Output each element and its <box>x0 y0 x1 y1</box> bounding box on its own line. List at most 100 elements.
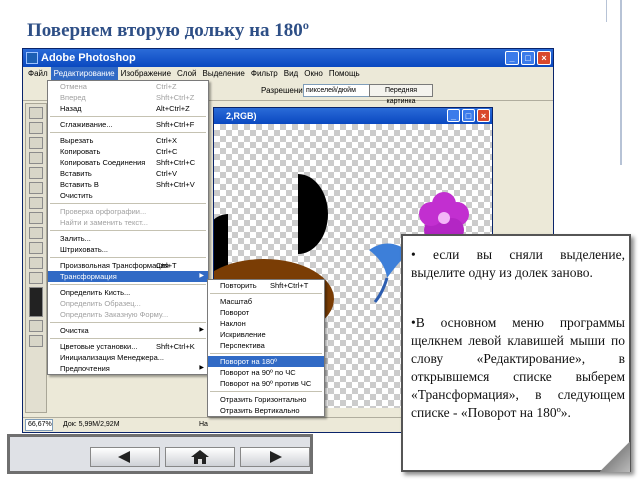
edit_menu-item[interactable]: Штриховать... <box>48 244 208 255</box>
crop-tool-icon[interactable] <box>29 107 43 119</box>
edit_menu-item[interactable]: Вставить В Shft+Ctrl+V <box>48 179 208 190</box>
menu-separator <box>210 293 322 294</box>
menu-item-shortcut: Shft+Ctrl+Z <box>156 93 195 102</box>
transform_menu-item[interactable]: Наклон <box>208 318 324 329</box>
front-image-button[interactable]: Передняя картинка <box>369 84 433 105</box>
hand-tool-icon[interactable] <box>29 272 43 284</box>
transform_menu-item[interactable]: Искривление <box>208 329 324 340</box>
menu-item-label: Вырезать <box>60 136 94 145</box>
transform_menu-item[interactable]: Перспектива <box>208 340 324 351</box>
eraser-tool-icon[interactable] <box>29 182 43 194</box>
doc-close-button[interactable]: × <box>477 109 490 122</box>
pen-tool-icon[interactable] <box>29 227 43 239</box>
menu-item-shortcut: Alt+Ctrl+Z <box>156 104 190 113</box>
menu-item-label: Трансформация <box>60 272 117 281</box>
shape-tool-icon[interactable] <box>29 257 43 269</box>
menu-item-shortcut: Ctrl+T <box>156 261 177 270</box>
screen-mode-icon[interactable] <box>29 335 43 347</box>
menu-separator <box>210 353 322 354</box>
menu-item-label: Поворот на 90º по ЧС <box>220 368 296 377</box>
edit_menu-item[interactable]: Копировать Ctrl+C <box>48 146 208 157</box>
color-swatch-icon[interactable] <box>29 287 43 317</box>
transform_menu-item[interactable]: Поворот на 180º <box>208 356 324 367</box>
menu-item-label: Найти и заменить текст... <box>60 218 148 227</box>
edit_menu-item[interactable]: Инициализация Менеджера... <box>48 352 208 363</box>
menu-item-label: Определить Кисть... <box>60 288 131 297</box>
menu-filter[interactable]: Фильтр <box>248 67 281 81</box>
ps-titlebar: Adobe Photoshop _ □ × <box>23 49 553 67</box>
gradient-tool-icon[interactable] <box>29 197 43 209</box>
text-tool-icon[interactable] <box>29 242 43 254</box>
edit_menu-item[interactable]: Трансформация <box>48 271 208 282</box>
doc-maximize-button[interactable]: □ <box>462 109 475 122</box>
menu-select[interactable]: Выделение <box>199 67 247 81</box>
edit_menu-item: Найти и заменить текст... <box>48 217 208 228</box>
close-button[interactable]: × <box>537 51 551 65</box>
menu-image[interactable]: Изображение <box>118 67 174 81</box>
edit_menu-item: Вперед Shft+Ctrl+Z <box>48 92 208 103</box>
menu-item-shortcut: Ctrl+X <box>156 136 178 145</box>
transform_menu-item[interactable]: Поворот <box>208 307 324 318</box>
menu-item-shortcut: Shft+Ctrl+T <box>270 281 309 290</box>
home-button[interactable] <box>165 447 235 467</box>
menu-separator <box>50 116 206 117</box>
quickmask-icon[interactable] <box>29 320 43 332</box>
edit_menu-item[interactable]: Цветовые установки... Shft+Ctrl+K <box>48 341 208 352</box>
edit_menu-item[interactable]: Залить... <box>48 233 208 244</box>
dodge-tool-icon[interactable] <box>29 212 43 224</box>
menu-layer[interactable]: Слой <box>174 67 199 81</box>
maximize-button[interactable]: □ <box>521 51 535 65</box>
callout-box: • если вы сняли выделение, выделите одну… <box>401 234 631 472</box>
forward-arrow-icon <box>270 451 282 463</box>
callout-bullet-1: • если вы сняли выделение, выделите одну… <box>411 247 625 280</box>
menu-help[interactable]: Помощь <box>326 67 363 81</box>
zoom-field[interactable]: 66,67% <box>25 419 53 431</box>
menu-item-label: Копировать Соединения <box>60 158 146 167</box>
transform_menu-item[interactable]: Поворот на 90º против ЧС <box>208 378 324 389</box>
menu-item-label: Поворот <box>220 308 250 317</box>
edit_menu-item[interactable]: Копировать Соединения Shft+Ctrl+C <box>48 157 208 168</box>
back-button[interactable] <box>90 447 160 467</box>
forward-button[interactable] <box>240 447 310 467</box>
edit_menu-item[interactable]: Очистить <box>48 190 208 201</box>
edit_menu-item: Отмена Ctrl+Z <box>48 81 208 92</box>
edit_menu-item[interactable]: Определить Кисть... <box>48 287 208 298</box>
edit_menu-item[interactable]: Произвольная Трансформация Ctrl+T <box>48 260 208 271</box>
edit_menu-item[interactable]: Предпочтения <box>48 363 208 374</box>
edit_menu-item[interactable]: Очистка <box>48 325 208 336</box>
menu-item-label: Вперед <box>60 93 86 102</box>
transform_menu-item[interactable]: Поворот на 90º по ЧС <box>208 367 324 378</box>
stamp-tool-icon[interactable] <box>29 167 43 179</box>
menu-item-label: Сглаживание... <box>60 120 113 129</box>
menu-edit[interactable]: Редактирование <box>50 67 118 81</box>
edit_menu-item[interactable]: Вырезать Ctrl+X <box>48 135 208 146</box>
menu-item-label: Копировать <box>60 147 101 156</box>
back-arrow-icon <box>118 451 130 463</box>
decor-line <box>620 0 622 165</box>
home-icon <box>191 450 209 464</box>
menu-item-label: Искривление <box>220 330 266 339</box>
transform_menu-item[interactable]: Повторить Shft+Ctrl+T <box>208 280 324 291</box>
minimize-button[interactable]: _ <box>505 51 519 65</box>
brush-tool-icon[interactable] <box>29 152 43 164</box>
menu-window[interactable]: Окно <box>301 67 326 81</box>
lasso-tool-icon[interactable] <box>29 137 43 149</box>
doc-minimize-button[interactable]: _ <box>447 109 460 122</box>
menu-item-label: Очистка <box>60 326 89 335</box>
edit_menu-item[interactable]: Назад Alt+Ctrl+Z <box>48 103 208 114</box>
menu-file[interactable]: Файл <box>25 67 51 81</box>
callout-bullet-2: •В основном меню программы щелкнем левой… <box>411 315 625 420</box>
menu-separator <box>210 391 322 392</box>
edit_menu-item[interactable]: Вставить Ctrl+V <box>48 168 208 179</box>
edit_menu-item[interactable]: Сглаживание... Shft+Ctrl+F <box>48 119 208 130</box>
transform_menu-item[interactable]: Отразить Горизонтально <box>208 394 324 405</box>
transform_menu-item[interactable]: Отразить Вертикально <box>208 405 324 416</box>
marquee-tool-icon[interactable] <box>29 122 43 134</box>
menu-view[interactable]: Вид <box>281 67 301 81</box>
menu-item-label: Отразить Вертикально <box>220 406 300 415</box>
document-title: 2,RGB) <box>226 111 257 121</box>
transform_menu-item[interactable]: Масштаб <box>208 296 324 307</box>
menu-item-label: Отразить Горизонтально <box>220 395 307 404</box>
resolution-units-select[interactable]: пикселей/дюйм <box>303 84 379 97</box>
status-hint: На <box>199 421 208 428</box>
